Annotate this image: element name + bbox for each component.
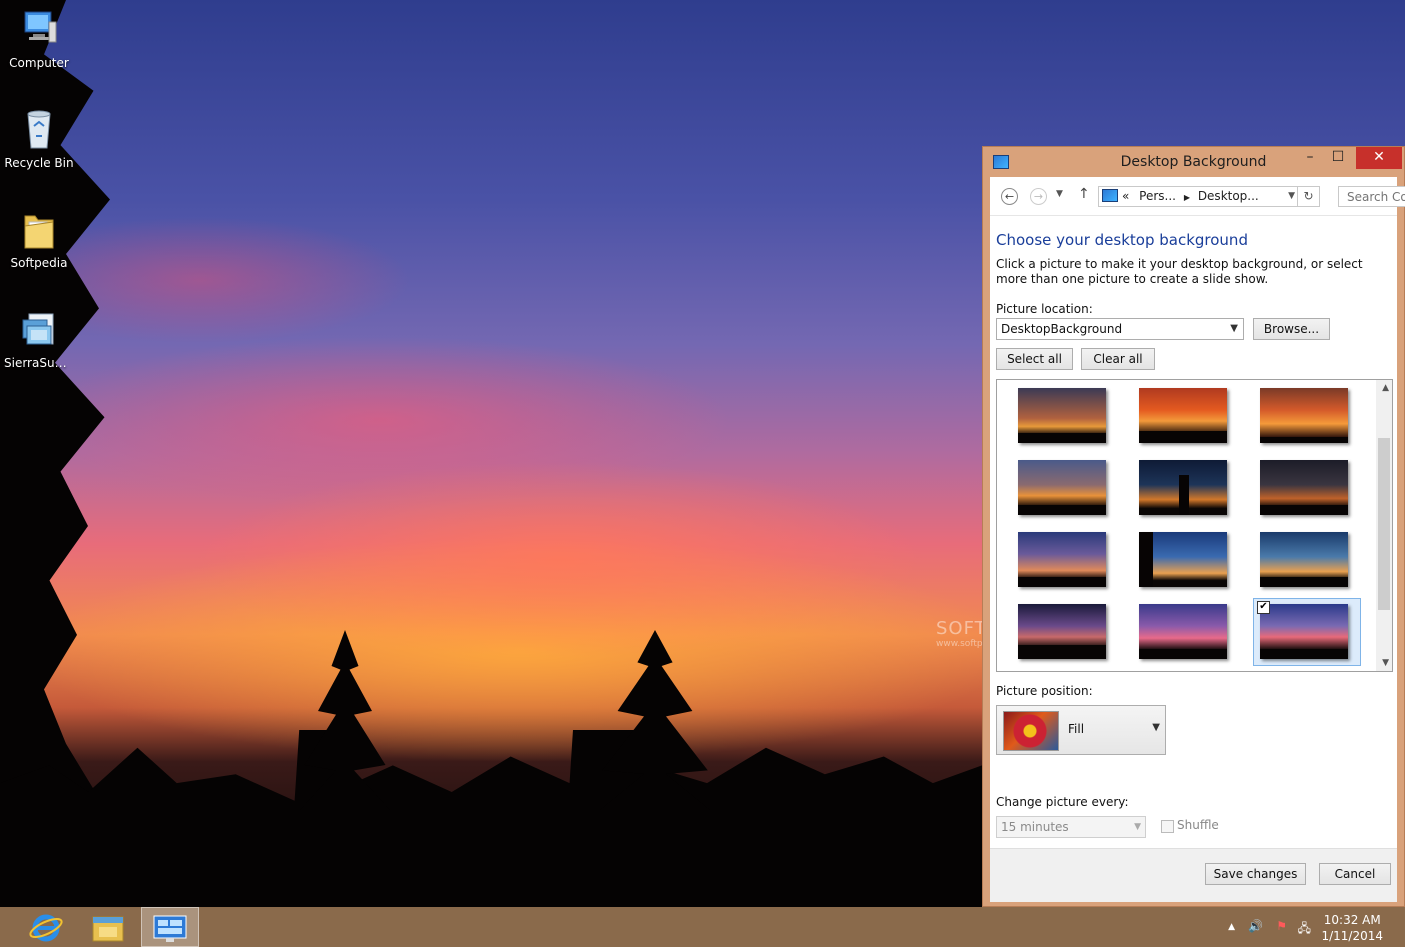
show-hidden-icons-chevron-icon[interactable]: ▲: [1228, 922, 1235, 932]
wallpaper-thumbnail[interactable]: [1139, 532, 1227, 587]
theme-file-icon: [19, 308, 59, 352]
wallpaper-thumbnail[interactable]: [1260, 532, 1348, 587]
position-preview-image: [1003, 711, 1059, 751]
file-explorer-icon: [92, 916, 124, 942]
clock-time: 10:32 AM: [1323, 913, 1381, 927]
desktop-icon-label: Softpedia: [10, 256, 68, 270]
taskbar-internet-explorer[interactable]: [17, 907, 75, 947]
clock-date: 1/11/2014: [1321, 929, 1383, 943]
personalization-icon: [153, 915, 187, 942]
wallpaper-thumbnail[interactable]: [1018, 388, 1106, 443]
back-button[interactable]: ←: [1001, 188, 1018, 205]
desktop-icon-recycle-bin[interactable]: Recycle Bin: [4, 108, 74, 170]
wallpaper-thumbnail[interactable]: [1260, 388, 1348, 443]
up-button[interactable]: ↑: [1078, 186, 1090, 202]
treeline-silhouette: [0, 730, 982, 907]
wallpaper-thumbnail[interactable]: [1018, 604, 1106, 659]
wallpaper-thumbnail[interactable]: [1139, 604, 1227, 659]
chevron-down-icon: ▼: [1134, 822, 1141, 832]
breadcrumb-personalization[interactable]: Pers...: [1139, 189, 1176, 203]
page-heading: Choose your desktop background: [996, 231, 1248, 249]
scroll-thumb[interactable]: [1378, 438, 1390, 610]
close-button[interactable]: ✕: [1356, 147, 1402, 169]
taskbar: ▲ 🔊 ⚑ 🖧 10:32 AM 1/11/2014: [0, 907, 1405, 947]
chevron-down-icon: ▼: [1152, 722, 1160, 733]
desktop-icon-label: SierraSunse...: [4, 356, 74, 370]
save-changes-button[interactable]: Save changes: [1205, 863, 1306, 885]
picture-grid: ✔ ▲ ▼: [996, 379, 1393, 672]
browse-button[interactable]: Browse...: [1253, 318, 1330, 340]
wallpaper-thumbnail[interactable]: [1139, 388, 1227, 443]
minimize-button[interactable]: –: [1296, 147, 1324, 169]
desktop-background-window: Desktop Background – ☐ ✕ ← → ▼ ↑ « Pers.…: [982, 146, 1405, 907]
wallpaper-thumbnail[interactable]: [1139, 460, 1227, 515]
cancel-button[interactable]: Cancel: [1319, 863, 1391, 885]
breadcrumb-separator-icon: ▶: [1183, 193, 1190, 202]
volume-icon[interactable]: 🔊: [1248, 919, 1263, 933]
recent-locations-chevron-icon[interactable]: ▼: [1056, 189, 1063, 199]
search-input[interactable]: [1338, 186, 1405, 207]
forward-button[interactable]: →: [1030, 188, 1047, 205]
navigation-bar: ← → ▼ ↑ « Pers... ▶ Desktop... ▼ ↻: [990, 177, 1405, 216]
action-center-flag-icon[interactable]: ⚑: [1276, 919, 1287, 933]
system-clock[interactable]: 10:32 AM 1/11/2014: [1321, 912, 1383, 944]
wallpaper-thumbnail[interactable]: [1018, 460, 1106, 515]
desktop-icon-sierrasunset[interactable]: SierraSunse...: [4, 308, 74, 370]
shuffle-checkbox[interactable]: [1161, 820, 1174, 833]
folder-icon: [19, 208, 59, 252]
clear-all-button[interactable]: Clear all: [1081, 348, 1155, 370]
address-bar[interactable]: « Pers... ▶ Desktop... ▼: [1098, 186, 1298, 207]
refresh-button[interactable]: ↻: [1298, 186, 1320, 207]
picture-position-label: Picture position:: [996, 684, 1093, 698]
wallpaper-thumbnail[interactable]: [1260, 460, 1348, 515]
chevron-down-icon: ▼: [1230, 323, 1238, 334]
taskbar-file-explorer[interactable]: [79, 907, 137, 947]
vertical-scrollbar[interactable]: ▲ ▼: [1376, 380, 1392, 671]
page-description: Click a picture to make it your desktop …: [996, 257, 1363, 286]
select-all-button[interactable]: Select all: [996, 348, 1073, 370]
window-client: ← → ▼ ↑ « Pers... ▶ Desktop... ▼ ↻ Choos…: [990, 177, 1405, 902]
change-interval-select[interactable]: 15 minutes ▼: [996, 816, 1146, 838]
picture-location-label: Picture location:: [996, 302, 1093, 316]
shuffle-label: Shuffle: [1177, 818, 1219, 832]
picture-location-select[interactable]: DesktopBackground ▼: [996, 318, 1244, 340]
internet-explorer-icon: [29, 914, 63, 942]
desktop-icon-computer[interactable]: Computer: [4, 8, 74, 70]
picture-position-value: Fill: [1068, 722, 1085, 736]
computer-icon: [19, 8, 59, 52]
network-icon[interactable]: 🖧: [1298, 919, 1311, 940]
address-dropdown-chevron-icon[interactable]: ▼: [1288, 187, 1295, 206]
wallpaper-thumbnail[interactable]: [1018, 532, 1106, 587]
desktop-icon-softpedia[interactable]: Softpedia: [4, 208, 74, 270]
taskbar-personalization[interactable]: [141, 907, 199, 947]
desktop-icon-label: Recycle Bin: [4, 156, 74, 170]
recycle-bin-icon: [19, 108, 59, 152]
scroll-up-icon[interactable]: ▲: [1382, 383, 1389, 393]
change-interval-value: 15 minutes: [1001, 820, 1069, 834]
desktop-icon-label: Computer: [9, 56, 69, 70]
address-prefix: «: [1122, 189, 1130, 203]
thumbnail-checkbox-checked[interactable]: ✔: [1257, 601, 1270, 614]
title-bar[interactable]: Desktop Background – ☐ ✕: [983, 147, 1404, 177]
scroll-down-icon[interactable]: ▼: [1382, 658, 1389, 668]
picture-position-select[interactable]: Fill ▼: [996, 705, 1166, 755]
control-panel-icon: [1102, 189, 1118, 202]
breadcrumb-desktop-background[interactable]: Desktop...: [1198, 189, 1259, 203]
wallpaper-thumbnail-selected[interactable]: [1260, 604, 1348, 659]
maximize-button[interactable]: ☐: [1324, 147, 1352, 169]
picture-location-value: DesktopBackground: [1001, 322, 1123, 336]
change-picture-label: Change picture every:: [996, 795, 1129, 809]
